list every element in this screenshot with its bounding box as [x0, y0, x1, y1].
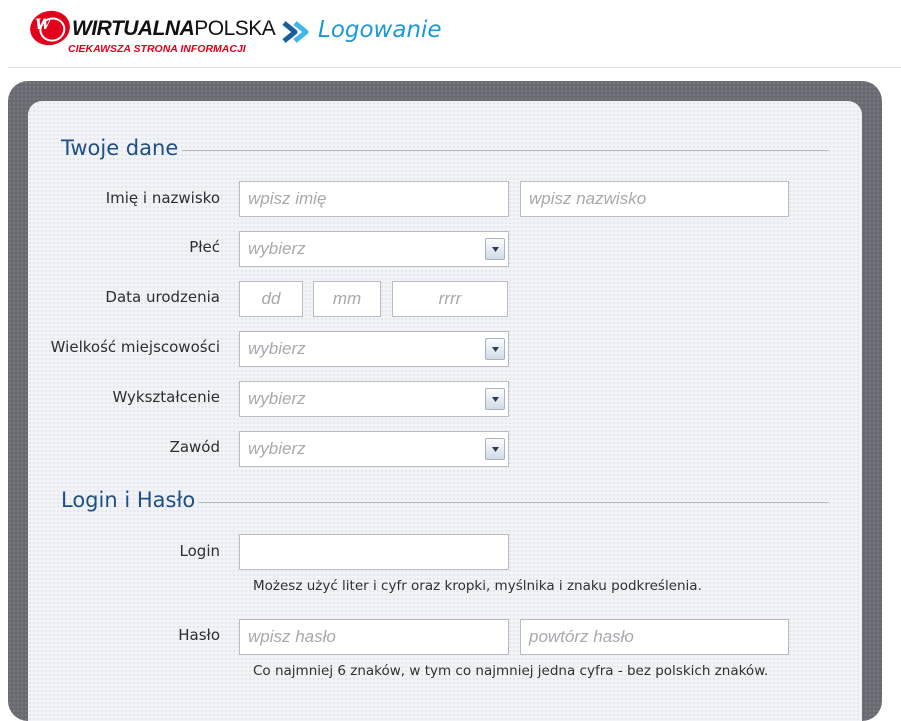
education-select[interactable]: wybierz [239, 381, 509, 417]
label-birthdate: Data urodzenia [105, 288, 220, 306]
label-gender: Płeć [189, 238, 220, 256]
logo-name: WIRTUALNAPOLSKA [72, 17, 276, 40]
occupation-select-value: wybierz [248, 439, 306, 458]
section-divider-personal [182, 150, 829, 151]
education-select-value: wybierz [248, 389, 306, 408]
login-input[interactable] [239, 534, 509, 570]
section-title-personal: Twoje dane [61, 136, 179, 160]
logo-tagline: CIEKAWSZA STRONA INFORMACJI [68, 43, 246, 55]
password-repeat-input[interactable]: powtórz hasło [520, 619, 789, 655]
occupation-select[interactable]: wybierz [239, 431, 509, 467]
header-divider [8, 67, 901, 68]
wp-logo-w-icon: W [35, 17, 51, 33]
city-size-select[interactable]: wybierz [239, 331, 509, 367]
gender-select[interactable]: wybierz [239, 231, 509, 267]
birth-month-input[interactable]: mm [313, 281, 381, 317]
birth-day-input[interactable]: dd [239, 281, 303, 317]
password-hint: Co najmniej 6 znaków, w tym co najmniej … [253, 663, 769, 679]
wp-logo[interactable]: W WIRTUALNAPOLSKA CIEKAWSZA STRONA INFOR… [22, 7, 276, 58]
first-name-input[interactable]: wpisz imię [239, 181, 509, 217]
chevron-down-icon[interactable] [485, 438, 505, 460]
section-title-credentials: Login i Hasło [61, 488, 196, 512]
chevron-down-icon[interactable] [485, 338, 505, 360]
section-divider-credentials [199, 502, 829, 503]
page-heading: Logowanie [318, 17, 442, 43]
header: W WIRTUALNAPOLSKA CIEKAWSZA STRONA INFOR… [0, 0, 901, 68]
label-city-size: Wielkość miejscowości [50, 338, 220, 356]
label-full-name: Imię i nazwisko [105, 189, 220, 207]
double-chevron-right-icon [282, 21, 309, 43]
password-input[interactable]: wpisz hasło [239, 619, 509, 655]
login-hint: Możesz użyć liter i cyfr oraz kropki, my… [253, 578, 702, 594]
chevron-down-icon[interactable] [485, 388, 505, 410]
chevron-down-icon[interactable] [485, 238, 505, 260]
label-education: Wykształcenie [112, 388, 220, 406]
label-login: Login [179, 542, 220, 560]
city-size-select-value: wybierz [248, 339, 306, 358]
last-name-input[interactable]: wpisz nazwisko [520, 181, 789, 217]
label-occupation: Zawód [169, 438, 220, 456]
gender-select-value: wybierz [248, 239, 306, 258]
label-password: Hasło [178, 626, 220, 644]
birth-year-input[interactable]: rrrr [392, 281, 508, 317]
